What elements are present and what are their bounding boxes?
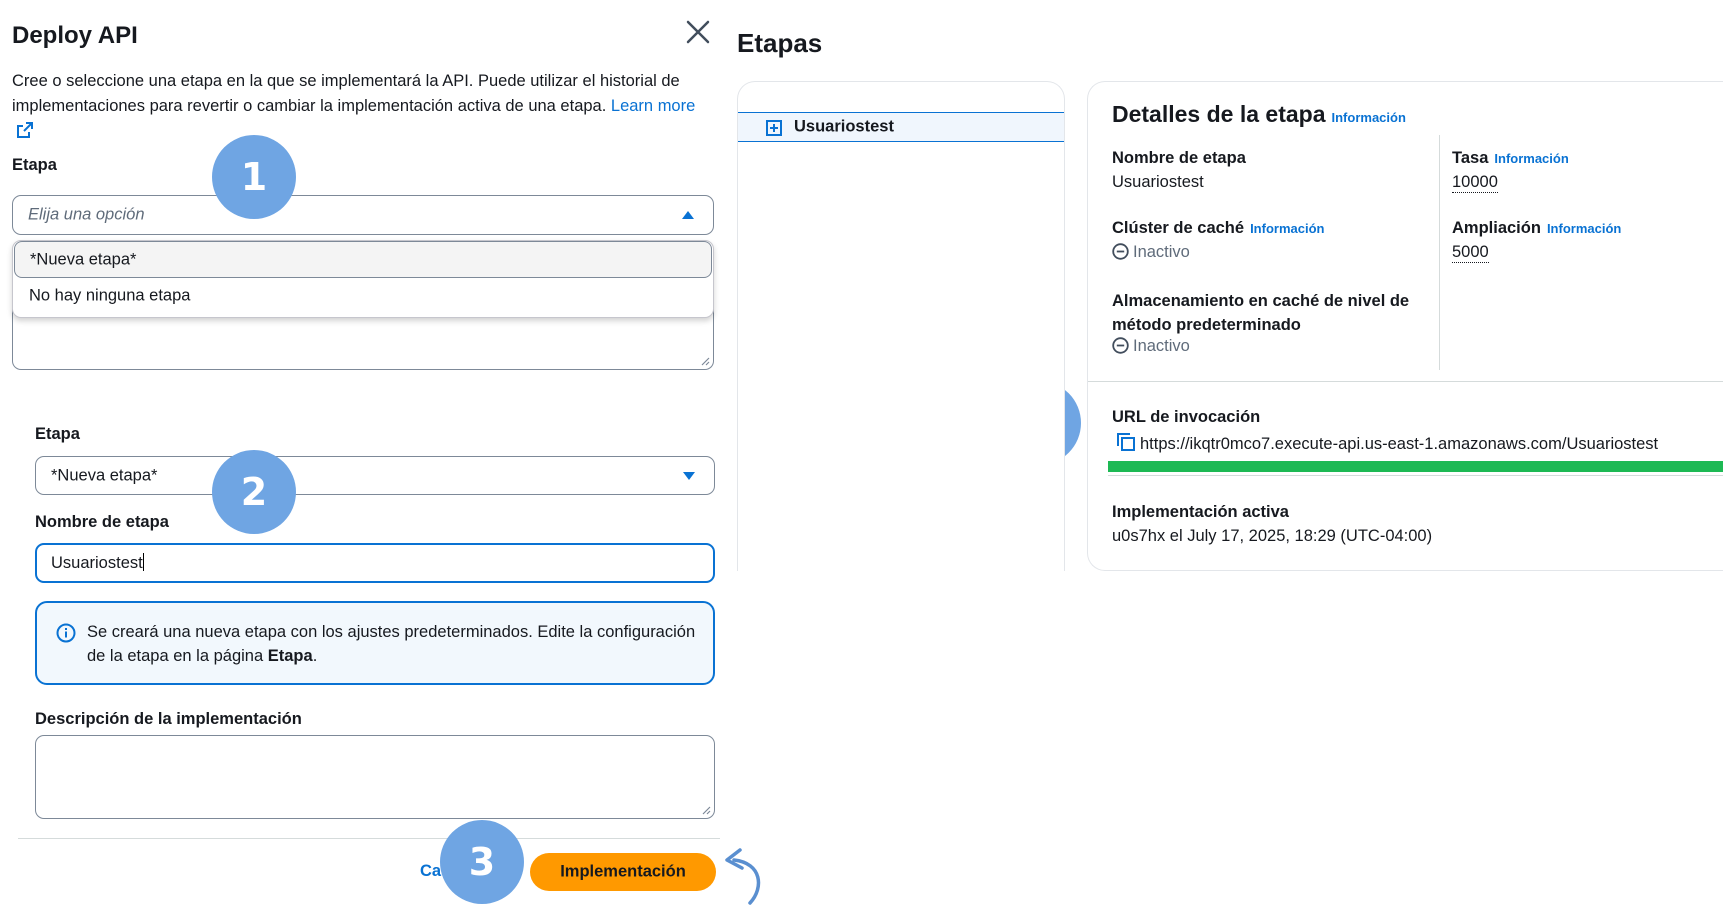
rate-value: 10000 [1452, 173, 1498, 193]
stage-select-placeholder: Elija una opción [28, 205, 145, 224]
stage-name-field-value: Usuariostest [1112, 173, 1204, 191]
step-badge-1: 1 [212, 135, 296, 219]
active-deployment-label: Implementación activa [1112, 503, 1289, 521]
stage-name-input[interactable]: Usuariostest [35, 543, 715, 583]
info-icon [56, 623, 76, 643]
info-link[interactable]: Información [1250, 221, 1324, 236]
stages-tree-panel [737, 81, 1065, 571]
step-badge-2: 2 [212, 450, 296, 534]
section-divider [1108, 475, 1723, 476]
cache-cluster-label: Clúster de caché Información [1112, 219, 1325, 237]
method-cache-label: Almacenamiento en caché de nivel de méto… [1112, 292, 1410, 334]
step-badge-3: 3 [440, 820, 524, 904]
inactive-status-icon [1112, 243, 1129, 260]
caret-down-icon [683, 471, 695, 480]
dropdown-option-new-stage[interactable]: *Nueva etapa* [14, 241, 712, 278]
resize-grip-icon [702, 806, 711, 815]
external-link-icon [17, 122, 33, 138]
invoke-url-value[interactable]: https://ikqtr0mco7.execute-api.us-east-1… [1140, 435, 1658, 453]
info-link[interactable]: Información [1494, 151, 1568, 166]
burst-label: Ampliación Información [1452, 219, 1622, 237]
caret-up-icon [682, 211, 694, 219]
cache-cluster-value: Inactivo [1112, 243, 1190, 262]
stage-select-open[interactable]: Elija una opción [12, 195, 714, 235]
tree-item-label: Usuariostest [794, 117, 894, 136]
stages-page-title: Etapas [737, 28, 823, 58]
modal-description: Cree o seleccione una etapa en la que se… [12, 69, 712, 144]
info-alert: Se creará una nueva etapa con los ajuste… [35, 601, 715, 685]
description-textarea[interactable] [35, 735, 715, 819]
resize-grip-icon [701, 357, 710, 366]
stage-label: Etapa [12, 156, 57, 174]
burst-value: 5000 [1452, 243, 1489, 263]
info-link[interactable]: Información [1547, 221, 1621, 236]
invoke-url-row: https://ikqtr0mco7.execute-api.us-east-1… [1116, 432, 1658, 454]
stage-select-value: *Nueva etapa* [51, 466, 158, 484]
column-divider [1439, 135, 1440, 370]
method-cache-value: Inactivo [1112, 337, 1190, 356]
highlight-bar [1108, 461, 1723, 472]
close-icon[interactable] [684, 18, 712, 46]
stage-name-field-label: Nombre de etapa [1112, 149, 1246, 167]
deploy-button[interactable]: Implementación [530, 853, 716, 891]
stage-name-value: Usuariostest [51, 554, 143, 572]
section-divider [1088, 381, 1723, 382]
copy-icon[interactable] [1116, 432, 1136, 452]
inactive-status-icon [1112, 337, 1129, 354]
dropdown-option-no-stage[interactable]: No hay ninguna etapa [14, 278, 712, 314]
stage-label-2: Etapa [35, 425, 80, 443]
cancel-button[interactable]: Ca [420, 862, 441, 881]
curved-arrow-icon [725, 848, 761, 905]
info-link[interactable]: Información [1332, 110, 1406, 125]
intro-text: Cree o seleccione una etapa en la que se… [12, 72, 680, 115]
active-deployment-value: u0s7hx el July 17, 2025, 18:29 (UTC-04:0… [1112, 527, 1433, 545]
footer-divider [18, 838, 720, 839]
rate-label: Tasa Información [1452, 149, 1569, 167]
tree-item-usuariostest[interactable]: Usuariostest [738, 112, 1064, 142]
stage-select[interactable]: *Nueva etapa* [35, 456, 715, 495]
stage-name-label: Nombre de etapa [35, 513, 169, 531]
invoke-url-label: URL de invocación [1112, 408, 1261, 426]
expand-icon [766, 120, 782, 136]
info-message: Se creará una nueva etapa con los ajuste… [87, 623, 696, 665]
description-label: Descripción de la implementación [35, 710, 302, 728]
modal-title: Deploy API [12, 22, 138, 49]
stage-details-title: Detalles de la etapa Información [1112, 101, 1406, 127]
